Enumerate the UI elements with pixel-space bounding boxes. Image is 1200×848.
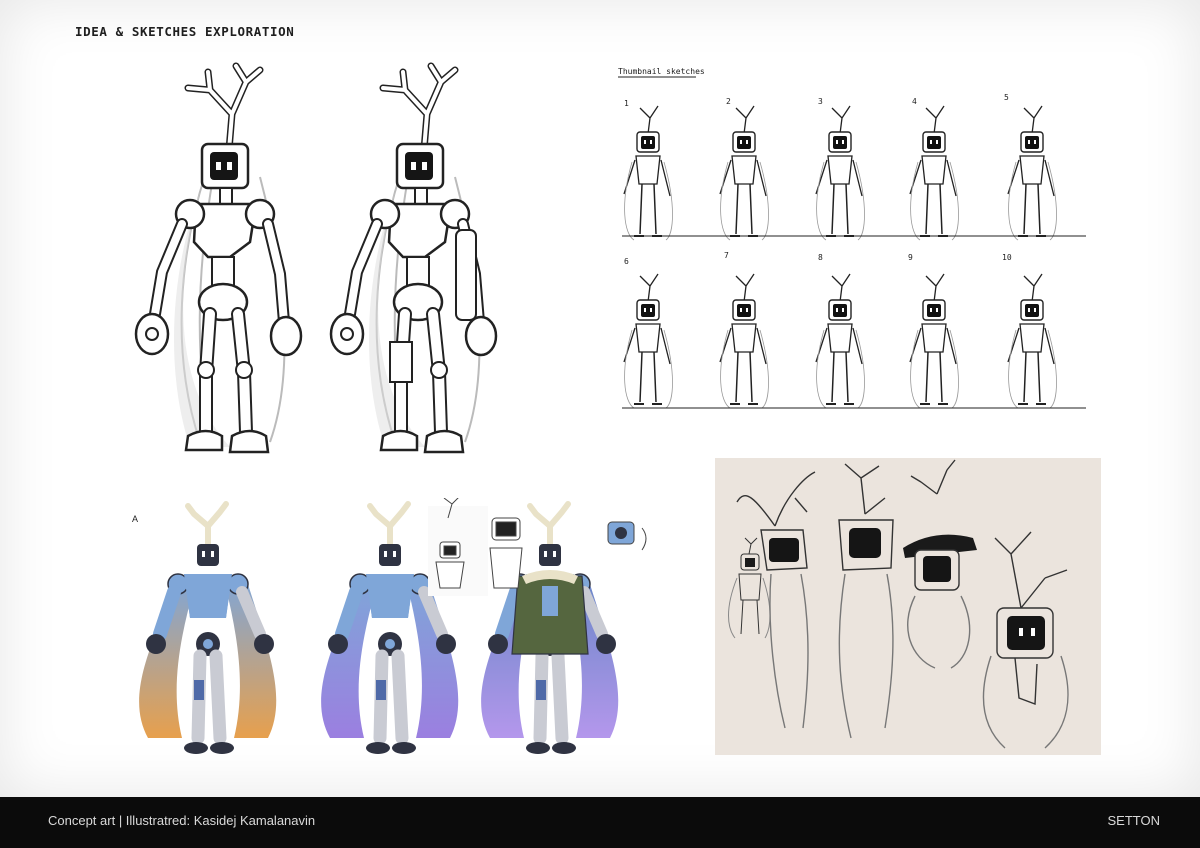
thumb-number: 8 (818, 253, 823, 262)
thumb-number: 5 (1004, 93, 1009, 102)
sketch-board-drawings (728, 459, 1069, 749)
thumb-number: 6 (624, 257, 629, 266)
thumb-number: 1 (624, 99, 629, 108)
thumbnail-sketches: Thumbnail sketches 1 2 3 4 5 6 7 8 9 10 (618, 67, 1086, 409)
footer-bar: Concept art | Illustratred: Kasidej Kama… (0, 797, 1200, 848)
color-set-label: A (132, 514, 138, 524)
color-designs: A (132, 498, 647, 770)
thumbnails-label: Thumbnail sketches (618, 67, 705, 76)
thumb-number: 10 (1002, 253, 1012, 262)
thumb-number: 7 (724, 251, 729, 260)
footer-credit: Concept art | Illustratred: Kasidej Kama… (48, 813, 316, 828)
thumb-number: 4 (912, 97, 917, 106)
thumb-number: 3 (818, 97, 823, 106)
page-title: IDEA & SKETCHES EXPLORATION (75, 24, 295, 39)
footer-brand: SETTON (1107, 813, 1161, 828)
lineart-robots (110, 52, 540, 482)
thumb-number: 2 (726, 97, 731, 106)
concept-sheet: IDEA & SKETCHES EXPLORATION Thumbnail sk… (0, 0, 1200, 797)
thumb-number: 9 (908, 253, 913, 262)
